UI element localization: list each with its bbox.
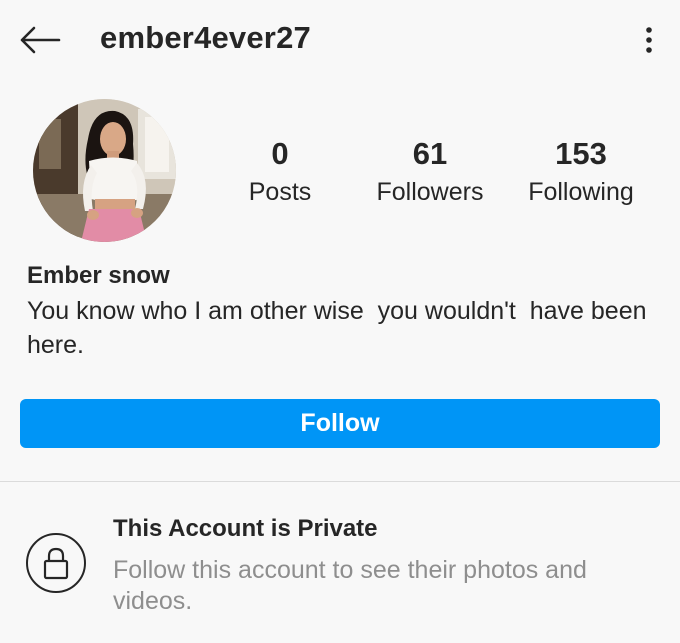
posts-stat: 0 Posts — [205, 135, 355, 209]
private-account-description: Follow this account to see their photos … — [113, 556, 587, 615]
posts-count: 0 — [271, 136, 289, 171]
posts-label: Posts — [248, 178, 312, 206]
following-count: 153 — [555, 136, 607, 171]
private-account-title: This Account is Private — [113, 515, 378, 542]
lock-icon-circle — [26, 533, 86, 593]
following-stat[interactable]: 153 Following — [506, 135, 656, 209]
lock-icon — [43, 547, 69, 580]
following-label: Following — [528, 178, 634, 206]
back-button[interactable] — [18, 22, 62, 58]
avatar[interactable] — [33, 99, 176, 242]
followers-count: 61 — [412, 136, 448, 171]
profile-bio: You know who I am other wise you wouldn'… — [27, 297, 654, 359]
followers-stat[interactable]: 61 Followers — [355, 135, 505, 209]
arrow-left-icon — [20, 26, 61, 54]
section-divider — [0, 481, 680, 482]
more-vertical-icon — [646, 27, 652, 53]
more-options-button[interactable] — [634, 20, 664, 60]
follow-button[interactable]: Follow — [20, 399, 660, 448]
profile-username: ember4ever27 — [100, 20, 311, 55]
display-name: Ember snow — [27, 262, 170, 289]
profile-header: ember4ever27 — [0, 0, 680, 80]
followers-label: Followers — [376, 178, 484, 206]
profile-photo — [33, 99, 176, 242]
